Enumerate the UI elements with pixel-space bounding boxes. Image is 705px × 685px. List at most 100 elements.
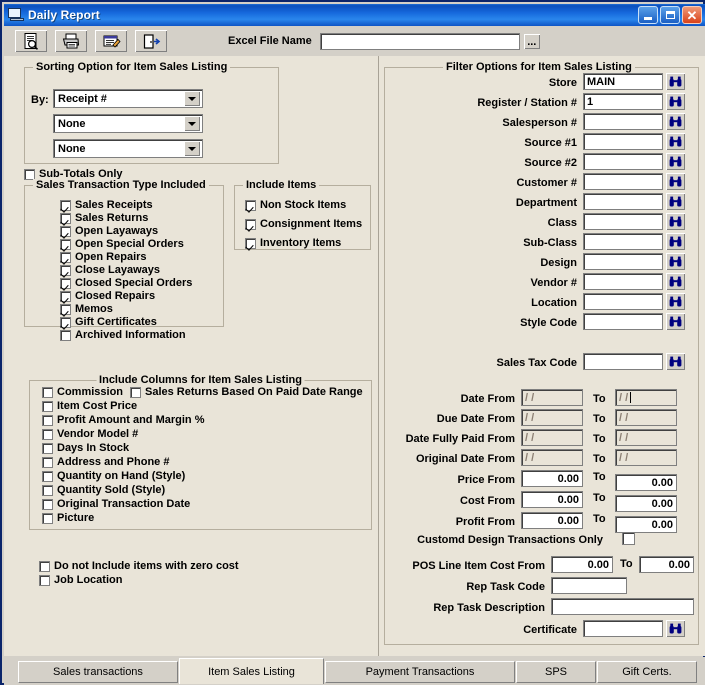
label-due-date-from: Due Date From (436, 413, 515, 425)
checkbox-archived-information[interactable] (60, 330, 71, 341)
to-label-profit: To (593, 513, 606, 525)
checkbox-consignment-items[interactable] (245, 219, 256, 230)
tab-sales-transactions[interactable]: Sales transactions (18, 661, 178, 683)
input-store[interactable]: MAIN (583, 73, 663, 90)
tab-gift-certs[interactable]: Gift Certs. (597, 661, 697, 683)
lookup-source-1-button[interactable] (666, 133, 685, 150)
input-location[interactable] (583, 293, 663, 310)
lookup-source-2-button[interactable] (666, 153, 685, 170)
lookup-class-button[interactable] (666, 213, 685, 230)
checkbox-vendor-model[interactable] (42, 429, 53, 440)
checkbox-profit-amount[interactable] (42, 415, 53, 426)
input-due-date-from[interactable]: / / (521, 409, 583, 426)
input-profit-from[interactable]: 0.00 (521, 512, 583, 529)
input-date-from[interactable]: / / (521, 389, 583, 406)
checkbox-days-in-stock[interactable] (42, 443, 53, 454)
lookup-store-button[interactable] (666, 73, 685, 90)
input-register-station[interactable]: 1 (583, 93, 663, 110)
lookup-sub-class-button[interactable] (666, 233, 685, 250)
checkbox-no-zero-cost[interactable] (39, 561, 50, 572)
input-source-2[interactable] (583, 153, 663, 170)
label-department: Department (515, 197, 577, 209)
checkbox-address-and-phone[interactable] (42, 457, 53, 468)
input-pos-line-item-cost-from[interactable]: 0.00 (551, 556, 613, 573)
input-style-code[interactable] (583, 313, 663, 330)
exit-button[interactable] (134, 29, 168, 53)
maximize-button[interactable] (660, 6, 680, 24)
tab-payment-transactions[interactable]: Payment Transactions (325, 661, 515, 683)
checkbox-qty-on-hand[interactable] (42, 471, 53, 482)
input-profit-to[interactable]: 0.00 (615, 516, 677, 533)
input-due-date-to[interactable]: / / (615, 409, 677, 426)
checkbox-memos[interactable] (60, 304, 71, 315)
lookup-department-button[interactable] (666, 193, 685, 210)
checkbox-item-cost-price[interactable] (42, 401, 53, 412)
checkbox-closed-special-orders[interactable] (60, 278, 71, 289)
excel-file-name-input[interactable] (319, 32, 520, 50)
lookup-certificate-button[interactable] (666, 620, 685, 637)
checkbox-open-layaways[interactable] (60, 226, 71, 237)
checkbox-paid-date-range[interactable] (130, 387, 141, 398)
input-source-1[interactable] (583, 133, 663, 150)
sort-by-3[interactable]: None (53, 139, 203, 158)
chevron-down-icon[interactable] (184, 141, 200, 156)
input-rep-task-description[interactable] (551, 598, 694, 615)
input-class[interactable] (583, 213, 663, 230)
input-original-date-to[interactable]: / / (615, 449, 677, 466)
input-department[interactable] (583, 193, 663, 210)
checkbox-inventory-items[interactable] (245, 238, 256, 249)
checkbox-qty-sold[interactable] (42, 485, 53, 496)
checkbox-closed-repairs[interactable] (60, 291, 71, 302)
input-sub-class[interactable] (583, 233, 663, 250)
input-vendor[interactable] (583, 273, 663, 290)
input-date-to[interactable]: / / (615, 389, 677, 406)
binoculars-icon (669, 176, 682, 187)
input-date-fully-paid-to[interactable]: / / (615, 429, 677, 446)
lookup-customer-button[interactable] (666, 173, 685, 190)
checkbox-picture[interactable] (42, 513, 53, 524)
input-salesperson[interactable] (583, 113, 663, 130)
checkbox-custom-design[interactable] (622, 532, 635, 545)
checkbox-close-layaways[interactable] (60, 265, 71, 276)
checkbox-open-special-orders[interactable] (60, 239, 71, 250)
checkbox-open-repairs[interactable] (60, 252, 71, 263)
sort-by-2[interactable]: None (53, 114, 203, 133)
report-button[interactable] (94, 29, 128, 53)
input-customer[interactable] (583, 173, 663, 190)
chevron-down-icon[interactable] (184, 91, 200, 106)
checkbox-job-location[interactable] (39, 575, 50, 586)
minimize-button[interactable] (638, 6, 658, 24)
lookup-style-code-button[interactable] (666, 313, 685, 330)
lookup-location-button[interactable] (666, 293, 685, 310)
lookup-design-button[interactable] (666, 253, 685, 270)
print-button[interactable] (54, 29, 88, 53)
checkbox-gift-certificates[interactable] (60, 317, 71, 328)
checkbox-sales-receipts[interactable] (60, 200, 71, 211)
checkbox-commission[interactable] (42, 387, 53, 398)
lookup-vendor-button[interactable] (666, 273, 685, 290)
input-price-to[interactable]: 0.00 (615, 474, 677, 491)
input-cost-to[interactable]: 0.00 (615, 495, 677, 512)
input-rep-task-code[interactable] (551, 577, 627, 594)
checkbox-sales-returns[interactable] (60, 213, 71, 224)
input-design[interactable] (583, 253, 663, 270)
input-sales-tax-code[interactable] (583, 353, 663, 370)
tab-sps[interactable]: SPS (516, 661, 596, 683)
input-cost-from[interactable]: 0.00 (521, 491, 583, 508)
browse-file-button[interactable]: ... (522, 32, 541, 50)
input-date-fully-paid-from[interactable]: / / (521, 429, 583, 446)
lookup-register-station-button[interactable] (666, 93, 685, 110)
sort-by-1[interactable]: Receipt # (53, 89, 203, 108)
chevron-down-icon[interactable] (184, 116, 200, 131)
lookup-sales-tax-code-button[interactable] (666, 353, 685, 370)
lookup-salesperson-button[interactable] (666, 113, 685, 130)
input-original-date-from[interactable]: / / (521, 449, 583, 466)
preview-button[interactable] (14, 29, 48, 53)
input-price-from[interactable]: 0.00 (521, 470, 583, 487)
close-button[interactable]: ✕ (682, 6, 702, 24)
checkbox-non-stock-items[interactable] (245, 200, 256, 211)
tab-item-sales-listing[interactable]: Item Sales Listing (179, 658, 324, 684)
checkbox-original-transaction-date[interactable] (42, 499, 53, 510)
input-certificate[interactable] (583, 620, 663, 637)
input-pos-line-item-cost-to[interactable]: 0.00 (639, 556, 694, 573)
